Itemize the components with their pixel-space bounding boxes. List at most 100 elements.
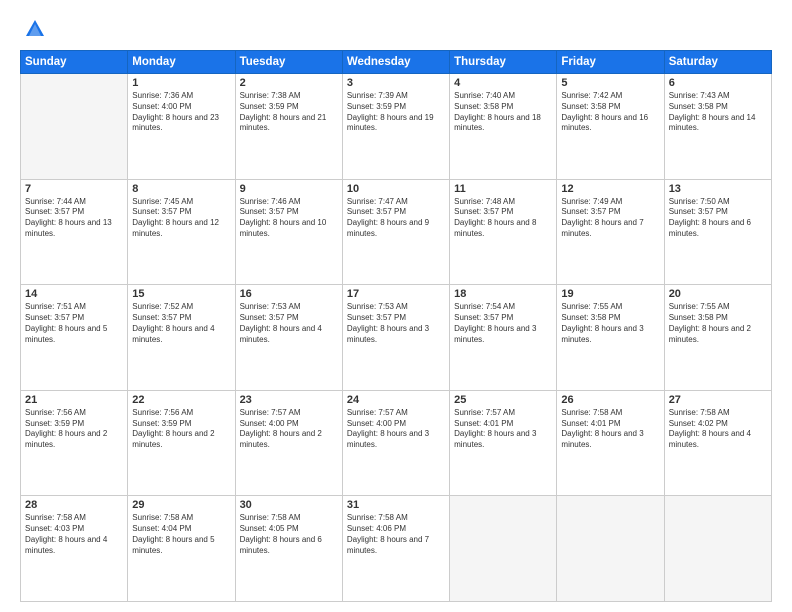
- calendar-cell: 23 Sunrise: 7:57 AMSunset: 4:00 PMDayligh…: [235, 390, 342, 496]
- calendar-cell: 20 Sunrise: 7:55 AMSunset: 3:58 PMDayligh…: [664, 285, 771, 391]
- calendar-cell: 16 Sunrise: 7:53 AMSunset: 3:57 PMDayligh…: [235, 285, 342, 391]
- calendar-cell: 14 Sunrise: 7:51 AMSunset: 3:57 PMDayligh…: [21, 285, 128, 391]
- day-number: 4: [454, 77, 552, 89]
- cell-info: Sunrise: 7:58 AMSunset: 4:05 PMDaylight:…: [240, 513, 338, 556]
- cell-info: Sunrise: 7:57 AMSunset: 4:01 PMDaylight:…: [454, 408, 552, 451]
- day-number: 16: [240, 288, 338, 300]
- week-row-5: 28Sunrise: 7:58 AMSunset: 4:03 PMDayligh…: [21, 496, 772, 602]
- weekday-header-friday: Friday: [557, 51, 664, 74]
- weekday-header-saturday: Saturday: [664, 51, 771, 74]
- page: SundayMondayTuesdayWednesdayThursdayFrid…: [0, 0, 792, 612]
- cell-info: Sunrise: 7:58 AMSunset: 4:04 PMDaylight:…: [132, 513, 230, 556]
- calendar-cell: 10 Sunrise: 7:47 AMSunset: 3:57 PMDayligh…: [342, 179, 449, 285]
- calendar-cell: 28Sunrise: 7:58 AMSunset: 4:03 PMDayligh…: [21, 496, 128, 602]
- calendar-cell: [21, 74, 128, 180]
- day-number: 13: [669, 183, 767, 195]
- cell-info: Sunrise: 7:58 AMSunset: 4:02 PMDaylight:…: [669, 408, 767, 451]
- calendar-cell: 31 Sunrise: 7:58 AMSunset: 4:06 PMDayligh…: [342, 496, 449, 602]
- day-number: 30: [240, 499, 338, 511]
- day-number: 23: [240, 394, 338, 406]
- calendar-cell: 26 Sunrise: 7:58 AMSunset: 4:01 PMDayligh…: [557, 390, 664, 496]
- cell-info: Sunrise: 7:43 AMSunset: 3:58 PMDaylight:…: [669, 91, 767, 134]
- day-number: 5: [561, 77, 659, 89]
- cell-info: Sunrise: 7:55 AMSunset: 3:58 PMDaylight:…: [561, 302, 659, 345]
- cell-info: Sunrise: 7:58 AMSunset: 4:06 PMDaylight:…: [347, 513, 445, 556]
- cell-info: Sunrise: 7:58 AMSunset: 4:01 PMDaylight:…: [561, 408, 659, 451]
- day-number: 10: [347, 183, 445, 195]
- calendar-cell: 4Sunrise: 7:40 AMSunset: 3:58 PMDaylight…: [450, 74, 557, 180]
- calendar-cell: 5 Sunrise: 7:42 AMSunset: 3:58 PMDaylight…: [557, 74, 664, 180]
- calendar-cell: 21 Sunrise: 7:56 AMSunset: 3:59 PMDayligh…: [21, 390, 128, 496]
- day-number: 7: [25, 183, 123, 195]
- calendar-cell: 7Sunrise: 7:44 AMSunset: 3:57 PMDaylight…: [21, 179, 128, 285]
- day-number: 31: [347, 499, 445, 511]
- day-number: 24: [347, 394, 445, 406]
- cell-info: Sunrise: 7:57 AMSunset: 4:00 PMDaylight:…: [240, 408, 338, 451]
- day-number: 26: [561, 394, 659, 406]
- calendar-cell: [557, 496, 664, 602]
- day-number: 29: [132, 499, 230, 511]
- day-number: 6: [669, 77, 767, 89]
- calendar-cell: 11 Sunrise: 7:48 AMSunset: 3:57 PMDayligh…: [450, 179, 557, 285]
- logo-icon: [24, 18, 46, 40]
- cell-info: Sunrise: 7:55 AMSunset: 3:58 PMDaylight:…: [669, 302, 767, 345]
- calendar-cell: 3 Sunrise: 7:39 AMSunset: 3:59 PMDaylight…: [342, 74, 449, 180]
- calendar-cell: 15 Sunrise: 7:52 AMSunset: 3:57 PMDayligh…: [128, 285, 235, 391]
- cell-info: Sunrise: 7:46 AMSunset: 3:57 PMDaylight:…: [240, 197, 338, 240]
- calendar-cell: 1 Sunrise: 7:36 AMSunset: 4:00 PMDaylight…: [128, 74, 235, 180]
- day-number: 21: [25, 394, 123, 406]
- calendar-cell: 9 Sunrise: 7:46 AMSunset: 3:57 PMDaylight…: [235, 179, 342, 285]
- calendar-cell: 29 Sunrise: 7:58 AMSunset: 4:04 PMDayligh…: [128, 496, 235, 602]
- day-number: 11: [454, 183, 552, 195]
- calendar-cell: 24Sunrise: 7:57 AMSunset: 4:00 PMDayligh…: [342, 390, 449, 496]
- cell-info: Sunrise: 7:54 AMSunset: 3:57 PMDaylight:…: [454, 302, 552, 345]
- day-number: 22: [132, 394, 230, 406]
- calendar-cell: 19Sunrise: 7:55 AMSunset: 3:58 PMDayligh…: [557, 285, 664, 391]
- calendar-cell: 22 Sunrise: 7:56 AMSunset: 3:59 PMDayligh…: [128, 390, 235, 496]
- weekday-header-thursday: Thursday: [450, 51, 557, 74]
- calendar-cell: 17Sunrise: 7:53 AMSunset: 3:57 PMDayligh…: [342, 285, 449, 391]
- day-number: 15: [132, 288, 230, 300]
- day-number: 25: [454, 394, 552, 406]
- cell-info: Sunrise: 7:42 AMSunset: 3:58 PMDaylight:…: [561, 91, 659, 134]
- weekday-header-sunday: Sunday: [21, 51, 128, 74]
- cell-info: Sunrise: 7:36 AMSunset: 4:00 PMDaylight:…: [132, 91, 230, 134]
- day-number: 1: [132, 77, 230, 89]
- cell-info: Sunrise: 7:53 AMSunset: 3:57 PMDaylight:…: [240, 302, 338, 345]
- cell-info: Sunrise: 7:39 AMSunset: 3:59 PMDaylight:…: [347, 91, 445, 134]
- cell-info: Sunrise: 7:48 AMSunset: 3:57 PMDaylight:…: [454, 197, 552, 240]
- calendar-cell: [664, 496, 771, 602]
- cell-info: Sunrise: 7:38 AMSunset: 3:59 PMDaylight:…: [240, 91, 338, 134]
- day-number: 18: [454, 288, 552, 300]
- day-number: 17: [347, 288, 445, 300]
- day-number: 3: [347, 77, 445, 89]
- calendar-cell: 30 Sunrise: 7:58 AMSunset: 4:05 PMDayligh…: [235, 496, 342, 602]
- day-number: 14: [25, 288, 123, 300]
- calendar-cell: 6 Sunrise: 7:43 AMSunset: 3:58 PMDaylight…: [664, 74, 771, 180]
- header: [20, 18, 772, 40]
- day-number: 12: [561, 183, 659, 195]
- weekday-header-tuesday: Tuesday: [235, 51, 342, 74]
- calendar-cell: 27 Sunrise: 7:58 AMSunset: 4:02 PMDayligh…: [664, 390, 771, 496]
- day-number: 27: [669, 394, 767, 406]
- calendar-cell: 25 Sunrise: 7:57 AMSunset: 4:01 PMDayligh…: [450, 390, 557, 496]
- calendar-cell: [450, 496, 557, 602]
- cell-info: Sunrise: 7:49 AMSunset: 3:57 PMDaylight:…: [561, 197, 659, 240]
- day-number: 20: [669, 288, 767, 300]
- calendar-cell: 2 Sunrise: 7:38 AMSunset: 3:59 PMDaylight…: [235, 74, 342, 180]
- week-row-1: 1 Sunrise: 7:36 AMSunset: 4:00 PMDaylight…: [21, 74, 772, 180]
- cell-info: Sunrise: 7:47 AMSunset: 3:57 PMDaylight:…: [347, 197, 445, 240]
- day-number: 2: [240, 77, 338, 89]
- weekday-header-row: SundayMondayTuesdayWednesdayThursdayFrid…: [21, 51, 772, 74]
- week-row-2: 7Sunrise: 7:44 AMSunset: 3:57 PMDaylight…: [21, 179, 772, 285]
- cell-info: Sunrise: 7:56 AMSunset: 3:59 PMDaylight:…: [132, 408, 230, 451]
- cell-info: Sunrise: 7:52 AMSunset: 3:57 PMDaylight:…: [132, 302, 230, 345]
- calendar-cell: 8Sunrise: 7:45 AMSunset: 3:57 PMDaylight…: [128, 179, 235, 285]
- calendar-cell: 18 Sunrise: 7:54 AMSunset: 3:57 PMDayligh…: [450, 285, 557, 391]
- day-number: 8: [132, 183, 230, 195]
- day-number: 9: [240, 183, 338, 195]
- weekday-header-monday: Monday: [128, 51, 235, 74]
- weekday-header-wednesday: Wednesday: [342, 51, 449, 74]
- cell-info: Sunrise: 7:51 AMSunset: 3:57 PMDaylight:…: [25, 302, 123, 345]
- cell-info: Sunrise: 7:56 AMSunset: 3:59 PMDaylight:…: [25, 408, 123, 451]
